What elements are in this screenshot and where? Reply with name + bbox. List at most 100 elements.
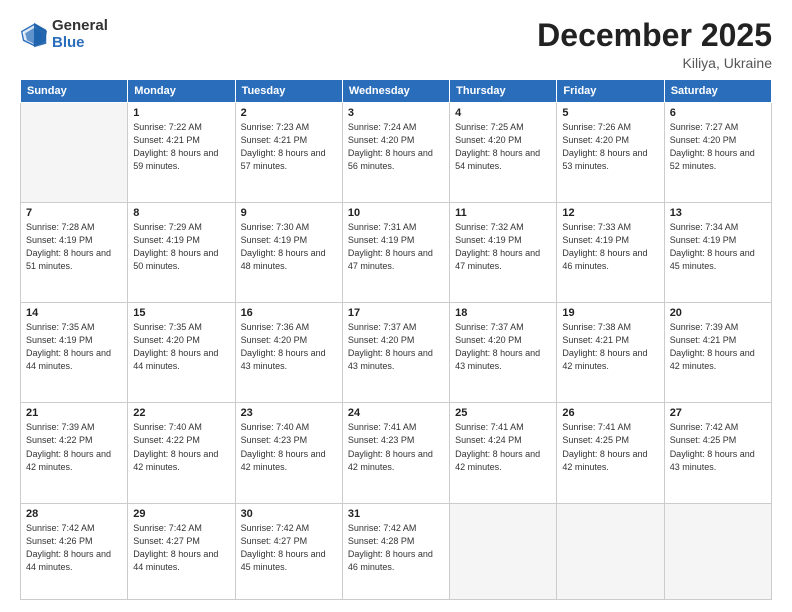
cell-day-number: 4 (455, 107, 551, 119)
cell-info: Sunrise: 7:39 AM Sunset: 4:21 PM Dayligh… (670, 321, 766, 373)
cell-info: Sunrise: 7:25 AM Sunset: 4:20 PM Dayligh… (455, 121, 551, 173)
cell-info: Sunrise: 7:31 AM Sunset: 4:19 PM Dayligh… (348, 221, 444, 273)
cell-info: Sunrise: 7:39 AM Sunset: 4:22 PM Dayligh… (26, 421, 122, 473)
cell-day-number: 3 (348, 107, 444, 119)
table-cell: 17 Sunrise: 7:37 AM Sunset: 4:20 PM Dayli… (342, 303, 449, 403)
cell-info: Sunrise: 7:28 AM Sunset: 4:19 PM Dayligh… (26, 221, 122, 273)
calendar-table: Sunday Monday Tuesday Wednesday Thursday… (20, 79, 772, 600)
cell-info: Sunrise: 7:37 AM Sunset: 4:20 PM Dayligh… (348, 321, 444, 373)
table-cell: 30 Sunrise: 7:42 AM Sunset: 4:27 PM Dayli… (235, 503, 342, 600)
logo: General Blue (20, 18, 108, 51)
table-cell: 12Sunrise: 7:33 AM Sunset: 4:19 PM Dayli… (557, 203, 664, 303)
page: General Blue December 2025 Kiliya, Ukrai… (0, 0, 792, 612)
cell-info: Sunrise: 7:42 AM Sunset: 4:25 PM Dayligh… (670, 421, 766, 473)
cell-day-number: 2 (241, 107, 337, 119)
logo-general-text: General (52, 18, 108, 35)
col-sunday: Sunday (21, 80, 128, 103)
cell-day-number: 30 (241, 508, 337, 520)
cell-day-number: 10 (348, 207, 444, 219)
cell-info: Sunrise: 7:41 AM Sunset: 4:23 PM Dayligh… (348, 421, 444, 473)
title-block: December 2025 Kiliya, Ukraine (537, 18, 772, 71)
cell-day-number: 7 (26, 207, 122, 219)
table-cell: 3 Sunrise: 7:24 AM Sunset: 4:20 PM Daylig… (342, 103, 449, 203)
table-cell: 23Sunrise: 7:40 AM Sunset: 4:23 PM Dayli… (235, 403, 342, 503)
table-cell: 28Sunrise: 7:42 AM Sunset: 4:26 PM Dayli… (21, 503, 128, 600)
cell-info: Sunrise: 7:30 AM Sunset: 4:19 PM Dayligh… (241, 221, 337, 273)
cell-day-number: 1 (133, 107, 229, 119)
cell-day-number: 21 (26, 407, 122, 419)
cell-day-number: 13 (670, 207, 766, 219)
cell-day-number: 6 (670, 107, 766, 119)
cell-day-number: 25 (455, 407, 551, 419)
cell-info: Sunrise: 7:33 AM Sunset: 4:19 PM Dayligh… (562, 221, 658, 273)
table-cell (664, 503, 771, 600)
table-cell: 22Sunrise: 7:40 AM Sunset: 4:22 PM Dayli… (128, 403, 235, 503)
table-cell (557, 503, 664, 600)
cell-info: Sunrise: 7:22 AM Sunset: 4:21 PM Dayligh… (133, 121, 229, 173)
cell-day-number: 26 (562, 407, 658, 419)
table-cell: 29 Sunrise: 7:42 AM Sunset: 4:27 PM Dayli… (128, 503, 235, 600)
cell-info: Sunrise: 7:42 AM Sunset: 4:27 PM Dayligh… (241, 522, 337, 574)
cell-day-number: 16 (241, 307, 337, 319)
title-location: Kiliya, Ukraine (537, 55, 772, 71)
cell-day-number: 11 (455, 207, 551, 219)
table-cell: 21 Sunrise: 7:39 AM Sunset: 4:22 PM Dayli… (21, 403, 128, 503)
col-tuesday: Tuesday (235, 80, 342, 103)
cell-info: Sunrise: 7:41 AM Sunset: 4:25 PM Dayligh… (562, 421, 658, 473)
cell-day-number: 20 (670, 307, 766, 319)
table-cell: 7 Sunrise: 7:28 AM Sunset: 4:19 PM Daylig… (21, 203, 128, 303)
table-cell (21, 103, 128, 203)
col-thursday: Thursday (450, 80, 557, 103)
table-cell: 8 Sunrise: 7:29 AM Sunset: 4:19 PM Daylig… (128, 203, 235, 303)
cell-day-number: 29 (133, 508, 229, 520)
cell-info: Sunrise: 7:32 AM Sunset: 4:19 PM Dayligh… (455, 221, 551, 273)
table-cell: 15 Sunrise: 7:35 AM Sunset: 4:20 PM Dayli… (128, 303, 235, 403)
cell-info: Sunrise: 7:35 AM Sunset: 4:20 PM Dayligh… (133, 321, 229, 373)
col-friday: Friday (557, 80, 664, 103)
cell-info: Sunrise: 7:29 AM Sunset: 4:19 PM Dayligh… (133, 221, 229, 273)
table-cell: 9 Sunrise: 7:30 AM Sunset: 4:19 PM Daylig… (235, 203, 342, 303)
table-cell: 5Sunrise: 7:26 AM Sunset: 4:20 PM Daylig… (557, 103, 664, 203)
cell-info: Sunrise: 7:36 AM Sunset: 4:20 PM Dayligh… (241, 321, 337, 373)
table-cell: 31Sunrise: 7:42 AM Sunset: 4:28 PM Dayli… (342, 503, 449, 600)
table-cell: 20 Sunrise: 7:39 AM Sunset: 4:21 PM Dayli… (664, 303, 771, 403)
table-cell: 24 Sunrise: 7:41 AM Sunset: 4:23 PM Dayli… (342, 403, 449, 503)
cell-day-number: 15 (133, 307, 229, 319)
cell-day-number: 5 (562, 107, 658, 119)
table-cell: 19 Sunrise: 7:38 AM Sunset: 4:21 PM Dayli… (557, 303, 664, 403)
title-month: December 2025 (537, 18, 772, 53)
table-cell: 16 Sunrise: 7:36 AM Sunset: 4:20 PM Dayli… (235, 303, 342, 403)
cell-day-number: 8 (133, 207, 229, 219)
cell-info: Sunrise: 7:42 AM Sunset: 4:26 PM Dayligh… (26, 522, 122, 574)
cell-info: Sunrise: 7:27 AM Sunset: 4:20 PM Dayligh… (670, 121, 766, 173)
col-saturday: Saturday (664, 80, 771, 103)
cell-info: Sunrise: 7:40 AM Sunset: 4:23 PM Dayligh… (241, 421, 337, 473)
cell-day-number: 24 (348, 407, 444, 419)
cell-day-number: 18 (455, 307, 551, 319)
logo-blue-text: Blue (52, 35, 108, 52)
cell-day-number: 27 (670, 407, 766, 419)
table-cell: 2 Sunrise: 7:23 AM Sunset: 4:21 PM Daylig… (235, 103, 342, 203)
table-cell (450, 503, 557, 600)
table-cell: 1 Sunrise: 7:22 AM Sunset: 4:21 PM Daylig… (128, 103, 235, 203)
cell-info: Sunrise: 7:24 AM Sunset: 4:20 PM Dayligh… (348, 121, 444, 173)
table-cell: 13Sunrise: 7:34 AM Sunset: 4:19 PM Dayli… (664, 203, 771, 303)
cell-day-number: 31 (348, 508, 444, 520)
cell-day-number: 22 (133, 407, 229, 419)
table-cell: 11 Sunrise: 7:32 AM Sunset: 4:19 PM Dayli… (450, 203, 557, 303)
col-wednesday: Wednesday (342, 80, 449, 103)
table-cell: 14Sunrise: 7:35 AM Sunset: 4:19 PM Dayli… (21, 303, 128, 403)
cell-info: Sunrise: 7:23 AM Sunset: 4:21 PM Dayligh… (241, 121, 337, 173)
cell-info: Sunrise: 7:42 AM Sunset: 4:27 PM Dayligh… (133, 522, 229, 574)
table-cell: 27 Sunrise: 7:42 AM Sunset: 4:25 PM Dayli… (664, 403, 771, 503)
calendar-header-row: Sunday Monday Tuesday Wednesday Thursday… (21, 80, 772, 103)
table-cell: 25Sunrise: 7:41 AM Sunset: 4:24 PM Dayli… (450, 403, 557, 503)
cell-info: Sunrise: 7:38 AM Sunset: 4:21 PM Dayligh… (562, 321, 658, 373)
logo-icon (20, 21, 48, 49)
cell-day-number: 17 (348, 307, 444, 319)
table-cell: 6 Sunrise: 7:27 AM Sunset: 4:20 PM Daylig… (664, 103, 771, 203)
cell-day-number: 9 (241, 207, 337, 219)
cell-day-number: 19 (562, 307, 658, 319)
logo-text: General Blue (52, 18, 108, 51)
cell-day-number: 14 (26, 307, 122, 319)
